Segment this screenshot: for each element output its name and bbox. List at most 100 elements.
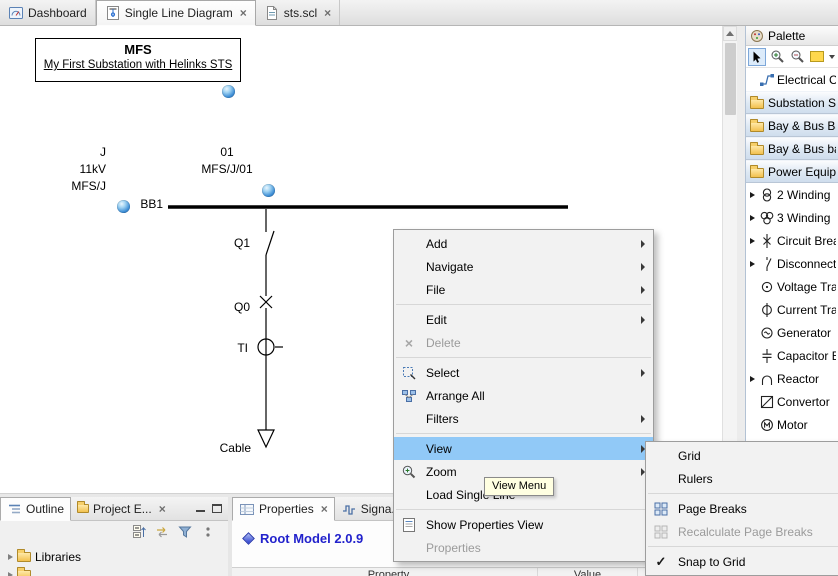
show-properties-icon (401, 517, 417, 533)
submenu-item-grid[interactable]: Grid (646, 444, 838, 467)
minimize-icon[interactable] (196, 505, 205, 512)
two-winding-transformer-icon (759, 187, 775, 203)
bay-label: 01 MFS/J/01 (190, 144, 264, 178)
menu-item-filters[interactable]: Filters (394, 407, 653, 430)
expand-arrow-icon[interactable] (748, 261, 757, 267)
expand-arrow-icon[interactable] (8, 554, 13, 560)
cable-symbol[interactable] (258, 430, 274, 447)
tab-dashboard[interactable]: Dashboard (0, 0, 96, 25)
menu-item-view[interactable]: View (394, 437, 653, 460)
tab-outline[interactable]: Outline (0, 497, 71, 521)
close-icon[interactable]: × (321, 503, 328, 515)
expand-arrow-icon[interactable] (748, 376, 757, 382)
palette-item-voltage-transformer[interactable]: Voltage Tra (746, 275, 838, 298)
palette-item-circuit-breaker[interactable]: Circuit Brea (746, 229, 838, 252)
tab-properties[interactable]: Properties × (232, 497, 335, 521)
link-editor-icon[interactable] (153, 524, 170, 541)
substation-node[interactable]: MFS My First Substation with Helinks STS (35, 38, 241, 82)
palette-drawer-label: Bay & Bus Ba (768, 119, 836, 133)
menu-item-select[interactable]: Select (394, 361, 653, 384)
palette-item-label: 3 Winding (777, 211, 830, 225)
menu-item-edit[interactable]: Edit (394, 308, 653, 331)
palette-item-label: Capacitor B (777, 349, 836, 363)
menu-item-show-properties-view[interactable]: Show Properties View (394, 513, 653, 536)
palette-drawer-substation-structure[interactable]: Substation St (746, 91, 838, 114)
palette-drawer-label: Substation St (768, 96, 836, 110)
column-header-property[interactable]: Property (240, 568, 538, 576)
close-icon[interactable]: × (159, 503, 166, 515)
palette-item-label: Voltage Tra (777, 280, 836, 294)
submenu-item-rulers[interactable]: Rulers (646, 467, 838, 490)
dropdown-arrow-icon[interactable] (829, 55, 835, 59)
folder-icon (750, 99, 764, 109)
scrollbar-thumb[interactable] (725, 43, 736, 115)
disconnector-label: Q1 (210, 235, 250, 252)
maximize-icon[interactable] (212, 504, 222, 513)
palette-item-disconnector[interactable]: Disconnect (746, 252, 838, 275)
palette-drawer-bay-busbar-2[interactable]: Bay & Bus ba (746, 137, 838, 160)
view-menu-icon[interactable] (199, 524, 216, 541)
palette-drawer-label: Bay & Bus ba (768, 142, 836, 156)
view-submenu: Grid Rulers Page Breaks Recalculate Page… (645, 441, 838, 576)
menu-item-arrange-all[interactable]: Arrange All (394, 384, 653, 407)
tab-label: Single Line Diagram (125, 6, 233, 20)
expand-arrow-icon[interactable] (8, 572, 13, 576)
outline-tree: Libraries (0, 543, 228, 576)
palette-splitter[interactable] (737, 26, 745, 493)
menu-item-properties: Properties (394, 536, 653, 559)
menu-item-navigate[interactable]: Navigate (394, 255, 653, 278)
palette-item-3-winding-transformer[interactable]: 3 Winding (746, 206, 838, 229)
label-line: MFS/J (36, 178, 106, 195)
tree-item[interactable] (8, 566, 228, 576)
menu-item-file[interactable]: File (394, 278, 653, 301)
tree-item-libraries[interactable]: Libraries (8, 548, 228, 566)
expand-arrow-icon[interactable] (748, 215, 757, 221)
palette-item-generator[interactable]: Generator (746, 321, 838, 344)
label-line: MFS/J/01 (190, 161, 264, 178)
collapse-all-icon[interactable] (130, 524, 147, 541)
filter-icon[interactable] (176, 524, 193, 541)
root-model-label: Root Model 2.0.9 (260, 531, 363, 546)
checkmark-icon: ✓ (656, 554, 667, 570)
zoom-out-icon[interactable] (788, 48, 806, 66)
disconnector-symbol[interactable] (266, 231, 274, 255)
palette-item-electrical-connection[interactable]: Electrical C (746, 68, 838, 91)
expand-arrow-icon[interactable] (748, 238, 757, 244)
menu-item-label: Rulers (674, 472, 838, 486)
disconnector-icon (759, 256, 775, 272)
marquee-tool-icon[interactable] (808, 48, 826, 66)
column-header-value[interactable]: Value (538, 568, 638, 576)
motor-icon (759, 417, 775, 433)
palette-header[interactable]: Palette (746, 26, 838, 46)
submenu-item-snap-to-grid[interactable]: ✓ Snap to Grid (646, 550, 838, 573)
palette-item-current-transformer[interactable]: Current Tra (746, 298, 838, 321)
close-icon[interactable]: × (240, 7, 247, 19)
convertor-icon (759, 394, 775, 410)
menu-separator (648, 493, 838, 494)
menu-separator (396, 433, 651, 434)
palette-title: Palette (768, 29, 805, 43)
transformer-label: TI (210, 340, 248, 357)
diagram-icon (105, 5, 121, 21)
palette-drawer-bay-busbar-1[interactable]: Bay & Bus Ba (746, 114, 838, 137)
palette-item-motor[interactable]: Motor (746, 413, 838, 436)
zoom-in-icon[interactable] (768, 48, 786, 66)
palette-drawer-power-equipment[interactable]: Power Equip (746, 160, 838, 183)
palette-item-reactor[interactable]: Reactor (746, 367, 838, 390)
palette-item-label: Electrical C (777, 73, 836, 87)
menu-item-add[interactable]: Add (394, 232, 653, 255)
palette-item-convertor[interactable]: Convertor (746, 390, 838, 413)
tab-project-explorer[interactable]: Project E... × (71, 497, 172, 520)
tab-single-line-diagram[interactable]: Single Line Diagram × (96, 0, 256, 26)
submenu-item-page-breaks[interactable]: Page Breaks (646, 497, 838, 520)
expand-arrow-icon[interactable] (748, 192, 757, 198)
capacitor-bank-icon (759, 348, 775, 364)
tooltip: View Menu (484, 477, 554, 496)
canvas-vertical-scrollbar[interactable] (722, 26, 737, 493)
scrollbar-up-icon[interactable] (723, 26, 737, 41)
close-icon[interactable]: × (324, 7, 331, 19)
palette-item-2-winding-transformer[interactable]: 2 Winding (746, 183, 838, 206)
palette-item-capacitor-bank[interactable]: Capacitor B (746, 344, 838, 367)
select-tool-icon[interactable] (748, 48, 766, 66)
tab-sts-scl[interactable]: sts.scl × (256, 0, 340, 25)
